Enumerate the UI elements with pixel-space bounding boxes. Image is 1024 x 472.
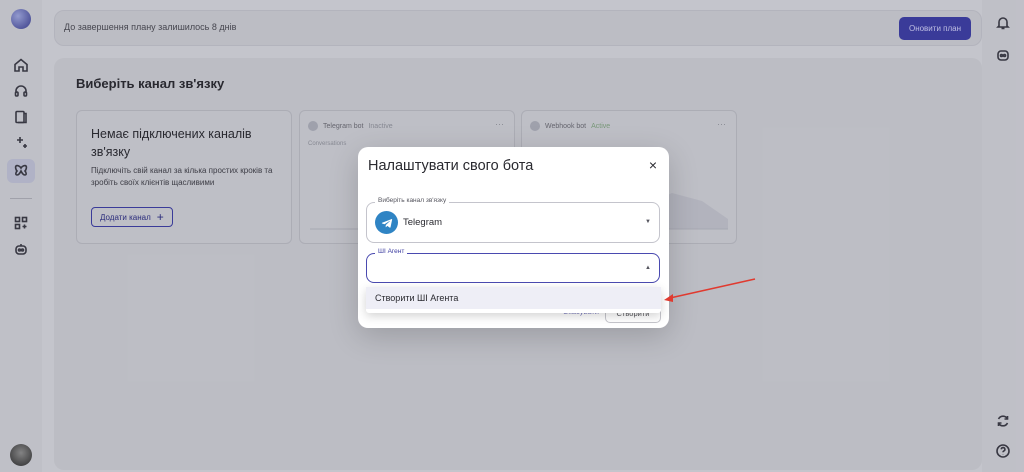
create-ai-agent-option[interactable]: Створити ШІ Агента [366,287,661,309]
ai-agent-select-label: ШІ Агент [375,248,408,255]
ai-agent-dropdown: Створити ШІ Агента [366,287,661,313]
telegram-icon [375,211,398,234]
chevron-down-icon: ▼ [645,219,651,225]
channel-select-label: Виберіть канал зв'язку [375,197,450,204]
channel-select-value: Telegram [403,217,443,228]
ai-agent-select[interactable]: ШІ Агент ▲ [366,248,660,283]
chevron-up-icon: ▲ [645,265,651,271]
dialog-title: Налаштувати свого бота [368,158,534,174]
close-icon[interactable]: × [649,158,657,172]
channel-select[interactable]: Виберіть канал зв'язку Telegram ▼ [366,197,660,243]
annotation-arrow-icon [664,278,756,302]
